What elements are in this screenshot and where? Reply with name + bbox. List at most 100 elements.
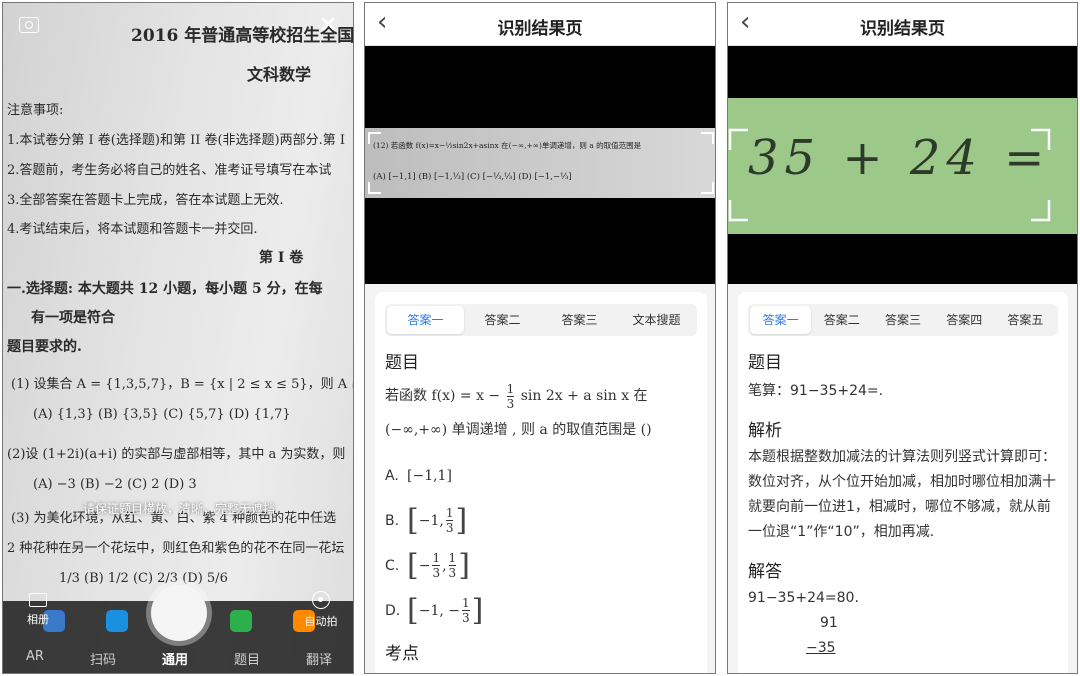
- bracket: ]: [455, 503, 468, 538]
- screenshot-collage: 2016 年普通高等校招生全国 文科数学 注意事项: 1.本试卷分第 I 卷(选…: [0, 0, 1080, 676]
- section-heading-answer: 解答: [748, 562, 782, 582]
- fraction: 13: [445, 506, 454, 535]
- tab-答案二[interactable]: 答案二: [464, 306, 541, 334]
- app-icon[interactable]: [230, 610, 253, 632]
- nav-bar: ‹ 识别结果页: [728, 3, 1077, 46]
- tab-答案三[interactable]: 答案三: [872, 306, 933, 334]
- paper-line: 有一项是符合: [31, 310, 115, 326]
- option-label: A.: [385, 467, 399, 484]
- mode-AR[interactable]: AR: [26, 649, 44, 668]
- option-value: −1,: [418, 512, 444, 529]
- close-icon[interactable]: ✕: [319, 13, 337, 38]
- page-title: 识别结果页: [860, 19, 945, 39]
- fraction: 13: [506, 381, 515, 411]
- auto-capture-button[interactable]: 自动拍: [299, 591, 343, 629]
- denominator: 3: [448, 566, 457, 580]
- option-label: B.: [385, 512, 400, 529]
- paper-line: (1) 设集合 A = {1,3,5,7}，B = {x | 2 ≤ x ≤ 5…: [11, 377, 354, 392]
- tab-答案一[interactable]: 答案一: [750, 306, 812, 334]
- section-heading-question: 题目: [385, 353, 419, 373]
- section-heading-question: 题目: [748, 353, 782, 373]
- denominator: 3: [445, 521, 454, 535]
- denominator: 3: [506, 396, 515, 411]
- crop-frame[interactable]: [365, 128, 715, 198]
- paper-line: 1/3 (B) 1/2 (C) 2/3 (D) 5/6: [59, 571, 228, 586]
- mode-扫码[interactable]: 扫码: [90, 649, 116, 668]
- answer-card: 答案一 答案二 答案三 答案四 答案五 题目 笔算：91−35+24=. 解析 本题根据…: [738, 292, 1068, 673]
- vertical-calc-top: 91: [820, 615, 838, 631]
- bracket: [: [407, 593, 419, 628]
- tab-答案四[interactable]: 答案四: [934, 306, 995, 334]
- numerator: 1: [462, 596, 470, 610]
- paper-line: 题目要求的.: [7, 339, 82, 355]
- bracket: [: [407, 503, 419, 538]
- paper-line: 注意事项:: [7, 103, 64, 118]
- option-value: −: [418, 557, 431, 574]
- fraction: 13: [432, 551, 441, 580]
- app-icon[interactable]: [105, 610, 128, 632]
- mode-题目[interactable]: 题目: [234, 649, 260, 668]
- section-heading-analysis: 解析: [748, 421, 782, 441]
- numerator: 1: [432, 551, 441, 565]
- question-text: 笔算：91−35+24=.: [748, 383, 884, 399]
- captured-chalkboard-image: 35 + 24 =: [728, 98, 1077, 234]
- mode-selector: AR 扫码 通用 题目 翻译: [3, 649, 353, 668]
- answer-tabs: 答案一 答案二 答案三 文本搜题: [385, 304, 697, 336]
- result-screen-arithmetic: ‹ 识别结果页 35 + 24 = 答案一 答案二 答案三 答案四 答案五 题目 笔算：…: [727, 2, 1078, 674]
- crop-frame[interactable]: [728, 98, 1077, 234]
- tab-文本搜题[interactable]: 文本搜题: [618, 306, 695, 334]
- paper-line: (A) −3 (B) −2 (C) 2 (D) 3: [33, 477, 197, 492]
- answer-tabs: 答案一 答案二 答案三 答案四 答案五: [748, 304, 1058, 336]
- paper-line: 3.全部答案在答题卡上完成，答在本试题上无效.: [7, 193, 284, 208]
- question-suffix: sin 2x + a sin x 在: [520, 388, 648, 404]
- mode-通用[interactable]: 通用: [162, 649, 188, 668]
- comma: ,: [442, 557, 447, 574]
- fraction: 13: [448, 551, 457, 580]
- auto-capture-label: 自动拍: [304, 615, 338, 628]
- tab-答案三[interactable]: 答案三: [541, 306, 618, 334]
- tab-答案二[interactable]: 答案二: [811, 306, 872, 334]
- captured-image-viewer: 35 + 24 =: [728, 46, 1077, 284]
- bracket: [: [407, 548, 419, 583]
- mode-翻译[interactable]: 翻译: [306, 649, 332, 668]
- shutter-button[interactable]: [151, 585, 207, 641]
- option-c[interactable]: C. [ − 13 , 13 ]: [385, 543, 697, 588]
- paper-line: (A) {1,3} (B) {3,5} (C) {5,7} (D) {1,7}: [33, 407, 291, 422]
- paper-line: 一.选择题: 本大题共 12 小题，每小题 5 分，在每: [7, 281, 323, 297]
- option-d[interactable]: D. [ −1, − 13 ]: [385, 588, 697, 633]
- answer-card: 答案一 答案二 答案三 文本搜题 题目 若函数 f(x) = x − 13 sin 2…: [375, 292, 707, 673]
- numerator: 1: [448, 551, 457, 565]
- section-heading-points: 考点: [385, 644, 419, 664]
- numerator: 1: [506, 381, 515, 396]
- fraction: 13: [462, 596, 470, 625]
- option-value: [−1,1]: [407, 467, 452, 484]
- bracket: ]: [458, 548, 470, 583]
- captured-image-viewer: (12) 若函数 f(x)=x−⅓sin2x+asinx 在(−∞,+∞)单调递…: [365, 46, 715, 284]
- bracket: ]: [471, 593, 484, 628]
- question-text: 若函数 f(x) = x − 13 sin 2x + a sin x 在: [385, 379, 697, 413]
- paper-line: (2)设 (1+2i)(a+i) 的实部与虚部相等，其中 a 为实数，则: [7, 447, 346, 462]
- result-screen-question: ‹ 识别结果页 (12) 若函数 f(x)=x−⅓sin2x+asinx 在(−…: [364, 2, 716, 674]
- denominator: 3: [462, 611, 470, 625]
- answer-text: 91−35+24=80.: [748, 590, 859, 606]
- option-a[interactable]: A. [−1,1]: [385, 453, 697, 498]
- album-button[interactable]: 相册: [21, 593, 55, 627]
- captured-question-image: (12) 若函数 f(x)=x−⅓sin2x+asinx 在(−∞,+∞)单调递…: [365, 128, 715, 198]
- option-label: D.: [385, 602, 401, 619]
- page-title: 识别结果页: [497, 19, 583, 39]
- option-b[interactable]: B. [ −1, 13 ]: [385, 498, 697, 543]
- vertical-calc-sub: −35: [806, 640, 836, 656]
- camera-screen: 2016 年普通高等校招生全国 文科数学 注意事项: 1.本试卷分第 I 卷(选…: [2, 2, 354, 674]
- capture-hint: 请保证题目横放，清晰，完整无遮挡: [82, 502, 275, 516]
- tab-答案一[interactable]: 答案一: [387, 306, 464, 334]
- album-icon: [29, 593, 47, 607]
- paper-line: 2.答题前，考生务必将自己的姓名、准考证号填写在本试: [7, 163, 332, 178]
- paper-line: 2 种花种在另一个花坛中，则红色和紫色的花不在同一花坛: [7, 541, 345, 556]
- question-prefix: 若函数 f(x) = x −: [385, 388, 501, 404]
- exam-paper-preview: 2016 年普通高等校招生全国 文科数学 注意事项: 1.本试卷分第 I 卷(选…: [3, 3, 354, 673]
- tab-答案五[interactable]: 答案五: [995, 306, 1056, 334]
- question-line-2: (−∞,+∞) 单调递增 , 则 a 的取值范围是 (): [385, 422, 652, 438]
- switch-camera-icon[interactable]: [19, 17, 39, 33]
- auto-capture-icon: [312, 591, 330, 609]
- analysis-text: 本题根据整数加减法的计算法则列竖式计算即可：数位对齐，从个位开始加减，相加时哪位…: [748, 449, 1056, 540]
